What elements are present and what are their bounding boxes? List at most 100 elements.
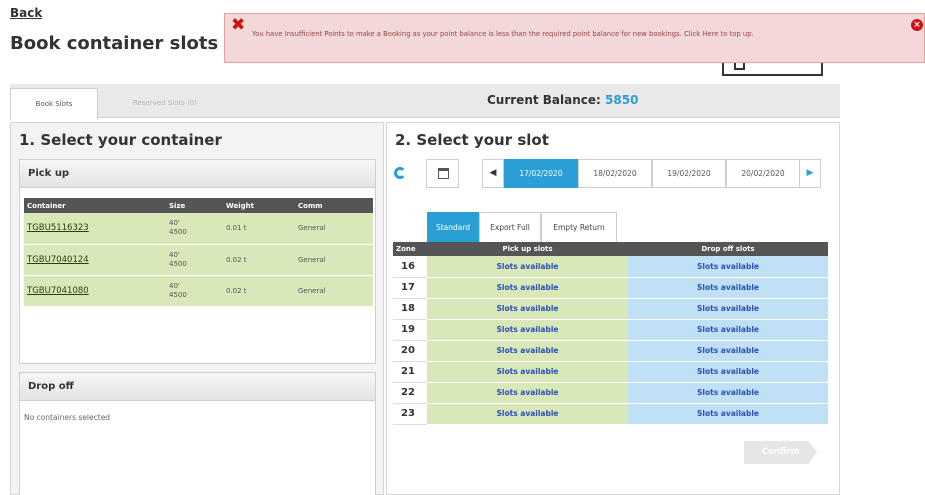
zone-cell: 20	[393, 340, 427, 362]
dropoff-slot-cell[interactable]: Slots available	[628, 340, 828, 362]
table-row: 21 Slots available Slots available	[393, 361, 828, 383]
weight-cell: 0.02 t	[223, 275, 295, 307]
empty-dropoff-text: No containers selected	[24, 413, 111, 422]
size-type: 40'	[169, 281, 180, 290]
date-button[interactable]: 18/02/2020	[578, 159, 652, 188]
col-comm: Comm	[295, 198, 373, 213]
calendar-icon	[438, 168, 449, 179]
container-panel: 1. Select your container Pick up Contain…	[10, 122, 384, 495]
error-message: You have Insufficient Points to make a B…	[252, 30, 754, 38]
prev-date-button[interactable]: ◀	[482, 159, 504, 188]
slot-panel: 2. Select your slot ◀ 17/02/2020 18/02/2…	[386, 122, 840, 495]
container-link[interactable]: TGBU7040124	[24, 244, 166, 276]
dropoff-slot-cell[interactable]: Slots available	[628, 361, 828, 383]
table-row: 17 Slots available Slots available	[393, 277, 828, 299]
error-banner: ✖ You have Insufficient Points to make a…	[224, 13, 925, 63]
zone-cell: 19	[393, 319, 427, 341]
tab-reserved-slots[interactable]: Reserved Slots (0)	[106, 88, 224, 119]
tab-standard[interactable]: Standard	[427, 212, 479, 243]
weight-cell: 0.01 t	[223, 213, 295, 245]
confirm-button[interactable]: Confirm	[744, 441, 817, 464]
dropoff-slot-cell[interactable]: Slots available	[628, 298, 828, 320]
chevron-left-icon: ◀	[489, 168, 497, 178]
zone-cell: 22	[393, 382, 427, 404]
background-panel-edge	[722, 62, 823, 76]
back-link[interactable]: Back	[10, 6, 42, 20]
pickup-slot-cell[interactable]: Slots available	[427, 340, 628, 362]
comm-cell: General	[295, 275, 373, 307]
tab-bar: Book Slots Reserved Slots (0) Current Ba…	[10, 84, 840, 119]
pickup-slot-cell[interactable]: Slots available	[427, 277, 628, 299]
col-zone: Zone	[393, 242, 427, 256]
calendar-button[interactable]	[426, 159, 459, 188]
comm-cell: General	[295, 213, 373, 245]
zone-cell: 18	[393, 298, 427, 320]
col-size: Size	[166, 198, 223, 213]
pickup-table: Container Size Weight Comm TGBU5116323 4…	[24, 198, 373, 307]
date-selector: ◀ 17/02/2020 18/02/2020 19/02/2020 20/02…	[387, 158, 841, 188]
pickup-slot-cell[interactable]: Slots available	[427, 403, 628, 425]
dropoff-slot-cell[interactable]: Slots available	[628, 277, 828, 299]
container-link[interactable]: TGBU5116323	[24, 213, 166, 245]
balance-label: Current Balance:	[487, 93, 601, 107]
tab-book-slots[interactable]: Book Slots	[10, 88, 98, 119]
dropoff-slot-cell[interactable]: Slots available	[628, 403, 828, 425]
pickup-header: Pick up	[20, 160, 375, 188]
dropoff-box: Drop off No containers selected	[19, 372, 376, 495]
col-pickup-slots: Pick up slots	[427, 242, 628, 256]
col-container: Container	[24, 198, 166, 213]
date-button-selected[interactable]: 17/02/2020	[504, 159, 578, 188]
pickup-slot-cell[interactable]: Slots available	[427, 298, 628, 320]
container-link[interactable]: TGBU7041080	[24, 275, 166, 307]
size-code: 4500	[169, 290, 187, 299]
pickup-slot-cell[interactable]: Slots available	[427, 361, 628, 383]
table-row: 18 Slots available Slots available	[393, 298, 828, 320]
col-weight: Weight	[223, 198, 295, 213]
tab-export-full[interactable]: Export Full	[479, 212, 541, 243]
chevron-right-icon: ▶	[806, 168, 814, 178]
weight-cell: 0.02 t	[223, 244, 295, 276]
balance-value: 5850	[605, 93, 639, 107]
date-button[interactable]: 19/02/2020	[652, 159, 726, 188]
table-row: 16 Slots available Slots available	[393, 256, 828, 278]
refresh-icon[interactable]	[394, 167, 406, 179]
dropoff-header: Drop off	[20, 373, 375, 401]
size-type: 40'	[169, 250, 180, 259]
zone-cell: 16	[393, 256, 427, 278]
zone-cell: 17	[393, 277, 427, 299]
table-row: 20 Slots available Slots available	[393, 340, 828, 362]
pickup-slot-cell[interactable]: Slots available	[427, 382, 628, 404]
table-row[interactable]: TGBU5116323 40' 4500 0.01 t General	[24, 213, 373, 245]
current-balance: Current Balance: 5850	[487, 93, 638, 107]
table-row: 19 Slots available Slots available	[393, 319, 828, 341]
tab-empty-return[interactable]: Empty Return	[541, 212, 617, 243]
size-cell: 40' 4500	[166, 213, 223, 245]
close-icon[interactable]: ×	[911, 19, 923, 31]
size-cell: 40' 4500	[166, 275, 223, 307]
size-code: 4500	[169, 228, 187, 237]
pickup-table-header: Container Size Weight Comm	[24, 198, 373, 213]
size-cell: 40' 4500	[166, 244, 223, 276]
size-type: 40'	[169, 219, 180, 228]
pickup-slot-cell[interactable]: Slots available	[427, 256, 628, 278]
date-button[interactable]: 20/02/2020	[726, 159, 800, 188]
dropoff-slot-cell[interactable]: Slots available	[628, 256, 828, 278]
page-title: Book container slots	[10, 33, 219, 54]
zone-cell: 23	[393, 403, 427, 425]
dropoff-slot-cell[interactable]: Slots available	[628, 319, 828, 341]
table-row: 22 Slots available Slots available	[393, 382, 828, 404]
slot-section-title: 2. Select your slot	[395, 131, 549, 149]
pickup-box: Pick up Container Size Weight Comm TGBU5…	[19, 159, 376, 364]
x-icon: ✖	[231, 15, 246, 35]
table-row[interactable]: TGBU7041080 40' 4500 0.02 t General	[24, 275, 373, 307]
zone-cell: 21	[393, 361, 427, 383]
pickup-slot-cell[interactable]: Slots available	[427, 319, 628, 341]
next-date-button[interactable]: ▶	[799, 159, 821, 188]
col-dropoff-slots: Drop off slots	[628, 242, 828, 256]
dropoff-slot-cell[interactable]: Slots available	[628, 382, 828, 404]
table-row[interactable]: TGBU7040124 40' 4500 0.02 t General	[24, 244, 373, 276]
size-code: 4500	[169, 259, 187, 268]
table-row: 23 Slots available Slots available	[393, 403, 828, 425]
slot-table: Zone Pick up slots Drop off slots 16 Slo…	[393, 242, 828, 425]
comm-cell: General	[295, 244, 373, 276]
